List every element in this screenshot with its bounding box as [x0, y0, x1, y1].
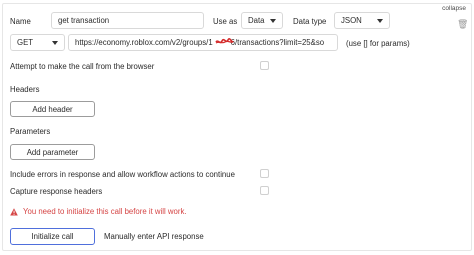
warning-text: You need to initialize this call before …	[23, 207, 187, 216]
initialize-call-button[interactable]: Initialize call	[10, 228, 95, 245]
data-type-value: JSON	[341, 16, 362, 25]
use-as-value: Data	[248, 16, 265, 25]
chevron-down-icon	[377, 18, 383, 23]
params-hint: (use [] for params)	[346, 39, 410, 48]
capture-headers-label: Capture response headers	[10, 187, 103, 196]
trash-icon[interactable]: 🗑	[457, 19, 468, 29]
method-select[interactable]: GET	[10, 34, 65, 51]
data-type-select[interactable]: JSON	[334, 12, 390, 29]
redaction-scribble	[215, 38, 234, 44]
include-errors-checkbox[interactable]	[260, 169, 269, 178]
headers-label: Headers	[10, 85, 40, 94]
name-input[interactable]: get transaction	[51, 12, 204, 29]
name-label: Name	[10, 17, 31, 26]
data-type-label: Data type	[293, 17, 327, 26]
capture-headers-checkbox[interactable]	[260, 186, 269, 195]
browser-call-checkbox[interactable]	[260, 61, 269, 70]
method-value: GET	[17, 38, 34, 47]
use-as-select[interactable]: Data	[241, 12, 283, 29]
include-errors-label: Include errors in response and allow wor…	[10, 170, 235, 179]
use-as-label: Use as	[213, 17, 238, 26]
warning-icon	[10, 207, 18, 216]
chevron-down-icon	[52, 40, 58, 45]
collapse-link[interactable]: collapse	[442, 5, 466, 12]
add-parameter-button[interactable]: Add parameter	[10, 144, 95, 160]
manual-response-link[interactable]: Manually enter API response	[104, 232, 204, 241]
url-suffix: 6/transactions?limit=25&so	[230, 38, 325, 47]
add-header-button[interactable]: Add header	[10, 101, 95, 117]
init-warning: You need to initialize this call before …	[10, 207, 187, 216]
url-input[interactable]: https://economy.roblox.com/v2/groups/1 6/…	[68, 34, 338, 51]
name-input-value: get transaction	[58, 16, 110, 25]
parameters-label: Parameters	[10, 127, 51, 136]
chevron-down-icon	[270, 18, 277, 23]
browser-call-label: Attempt to make the call from the browse…	[10, 62, 155, 71]
url-prefix: https://economy.roblox.com/v2/groups/1	[75, 38, 213, 47]
